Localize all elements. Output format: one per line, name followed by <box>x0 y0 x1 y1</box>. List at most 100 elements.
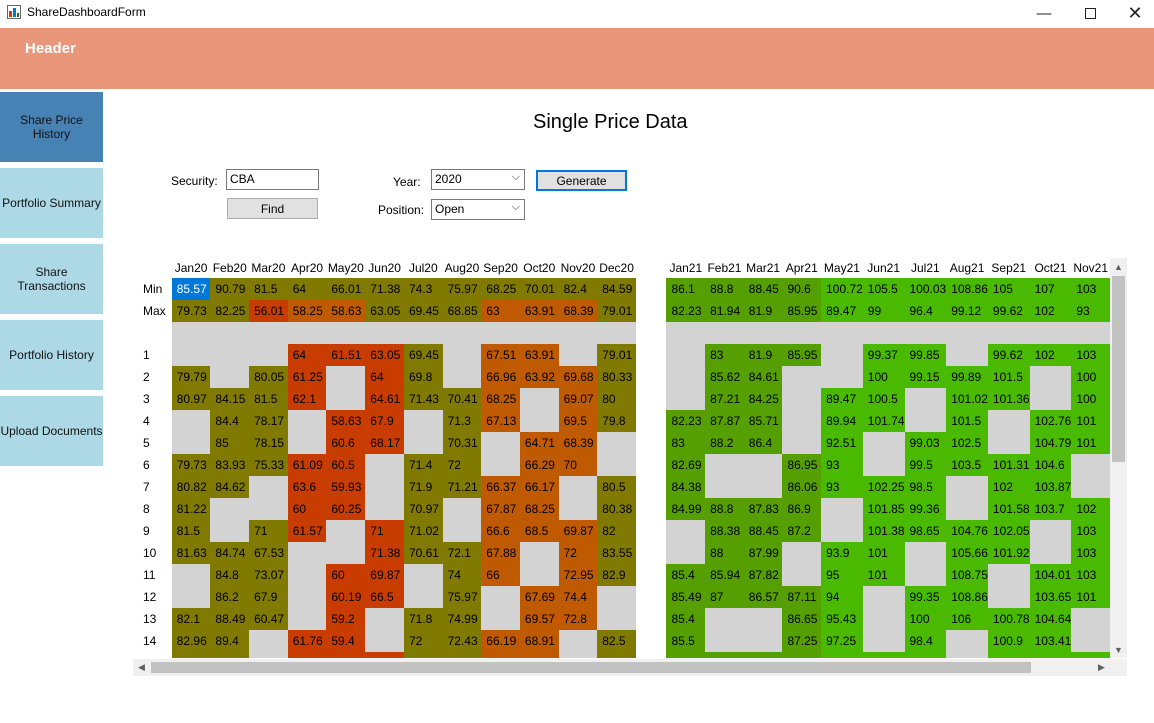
price-cell[interactable] <box>481 322 520 344</box>
column-header[interactable]: Jan21 <box>666 258 706 278</box>
price-cell[interactable]: 75.97 <box>442 278 482 300</box>
price-cell[interactable]: 86.2 <box>210 586 250 608</box>
price-cell[interactable]: 61.2 <box>287 652 327 658</box>
price-cell[interactable] <box>558 322 598 344</box>
price-cell[interactable]: 99.62 <box>987 300 1030 322</box>
price-cell[interactable]: 108.86 <box>946 586 988 608</box>
price-cell[interactable]: 85.57 <box>171 278 211 300</box>
price-cell[interactable] <box>1071 476 1110 498</box>
price-cell[interactable]: 60.19 <box>326 586 366 608</box>
price-cell[interactable]: 102 <box>987 476 1030 498</box>
price-cell[interactable]: 69.87 <box>558 520 598 542</box>
price-cell[interactable]: 79.79 <box>171 366 211 388</box>
price-cell[interactable] <box>862 608 905 630</box>
price-cell[interactable] <box>1071 630 1110 652</box>
price-cell[interactable]: 84.99 <box>666 498 706 520</box>
price-cell[interactable]: 58.63 <box>326 410 366 432</box>
price-cell[interactable]: 101.2 <box>862 652 905 658</box>
price-cell[interactable]: 103 <box>1071 564 1110 586</box>
price-cell[interactable]: 79.8 <box>597 410 636 432</box>
price-cell[interactable]: 98.5 <box>904 476 947 498</box>
scroll-left-icon[interactable]: ◀ <box>133 659 150 676</box>
price-cell[interactable] <box>287 608 327 630</box>
price-cell[interactable]: 100.9 <box>987 630 1030 652</box>
price-cell[interactable] <box>904 388 947 410</box>
price-cell[interactable] <box>365 630 404 652</box>
price-cell[interactable] <box>249 630 288 652</box>
price-cell[interactable] <box>481 454 520 476</box>
price-cell[interactable]: 103.65 <box>1029 586 1072 608</box>
price-cell[interactable]: 103.5 <box>946 454 988 476</box>
price-cell[interactable]: 87.4 <box>705 652 744 658</box>
price-cell[interactable]: 103.5 <box>1029 652 1072 658</box>
price-cell[interactable]: 100 <box>1071 388 1110 410</box>
price-cell[interactable]: 60 <box>287 498 327 520</box>
price-cell[interactable] <box>946 498 988 520</box>
price-cell[interactable]: 101.4 <box>987 652 1030 658</box>
price-cell[interactable] <box>519 564 559 586</box>
price-cell[interactable] <box>249 652 288 658</box>
price-cell[interactable]: 81.5 <box>171 520 211 542</box>
price-cell[interactable] <box>705 476 744 498</box>
price-cell[interactable]: 68.17 <box>365 432 404 454</box>
price-cell[interactable]: 105 <box>987 278 1030 300</box>
price-cell[interactable] <box>597 454 636 476</box>
price-cell[interactable]: 93 <box>821 476 863 498</box>
column-header[interactable]: Mar20 <box>249 258 288 278</box>
price-cell[interactable] <box>171 564 211 586</box>
price-cell[interactable]: 102.5 <box>946 432 988 454</box>
price-cell[interactable] <box>326 388 366 410</box>
price-cell[interactable] <box>597 608 636 630</box>
price-cell[interactable] <box>365 498 404 520</box>
price-cell[interactable] <box>481 432 520 454</box>
row-header[interactable]: 9 <box>133 520 172 542</box>
price-cell[interactable] <box>743 630 783 652</box>
column-header[interactable]: Jul20 <box>403 258 443 278</box>
price-cell[interactable] <box>287 322 327 344</box>
price-cell[interactable] <box>519 542 559 564</box>
price-cell[interactable] <box>287 564 327 586</box>
price-cell[interactable]: 67.87 <box>481 498 520 520</box>
price-cell[interactable]: 88.45 <box>743 520 783 542</box>
price-cell[interactable]: 82.9 <box>597 564 636 586</box>
price-cell[interactable] <box>862 322 905 344</box>
price-cell[interactable] <box>403 586 443 608</box>
price-cell[interactable] <box>519 322 559 344</box>
price-cell[interactable]: 81.5 <box>249 278 288 300</box>
price-cell[interactable]: 60.5 <box>326 652 366 658</box>
price-cell[interactable]: 68.39 <box>558 300 598 322</box>
price-cell[interactable]: 79.73 <box>171 454 211 476</box>
price-cell[interactable] <box>862 630 905 652</box>
price-cell[interactable]: 88 <box>705 542 744 564</box>
close-icon[interactable]: ✕ <box>1112 0 1154 27</box>
price-cell[interactable]: 100.78 <box>987 608 1030 630</box>
price-cell[interactable]: 61.09 <box>287 454 327 476</box>
price-cell[interactable]: 94 <box>821 586 863 608</box>
price-cell[interactable]: 85.94 <box>705 564 744 586</box>
price-cell[interactable]: 71.38 <box>365 542 404 564</box>
price-cell[interactable]: 106 <box>946 608 988 630</box>
price-cell[interactable]: 70.61 <box>403 542 443 564</box>
price-cell[interactable]: 101.02 <box>946 388 988 410</box>
price-cell[interactable]: 69.68 <box>558 366 598 388</box>
price-cell[interactable] <box>987 432 1030 454</box>
price-cell[interactable]: 84.8 <box>210 564 250 586</box>
price-cell[interactable]: 103 <box>1071 344 1110 366</box>
row-header[interactable]: 6 <box>133 454 172 476</box>
price-cell[interactable] <box>743 454 783 476</box>
price-cell[interactable]: 82.1 <box>171 608 211 630</box>
price-cell[interactable] <box>743 322 783 344</box>
price-cell[interactable]: 83 <box>705 344 744 366</box>
price-cell[interactable]: 84.61 <box>743 366 783 388</box>
price-cell[interactable] <box>946 652 988 658</box>
price-cell[interactable] <box>743 608 783 630</box>
price-cell[interactable]: 82.25 <box>210 300 250 322</box>
price-cell[interactable]: 101.74 <box>862 410 905 432</box>
row-header[interactable]: 8 <box>133 498 172 520</box>
minimize-icon[interactable]: — <box>1021 0 1067 27</box>
price-cell[interactable]: 104.01 <box>1029 564 1072 586</box>
price-cell[interactable]: 60.5 <box>326 454 366 476</box>
price-cell[interactable] <box>821 322 863 344</box>
column-header[interactable]: May21 <box>821 258 863 278</box>
price-cell[interactable] <box>987 410 1030 432</box>
